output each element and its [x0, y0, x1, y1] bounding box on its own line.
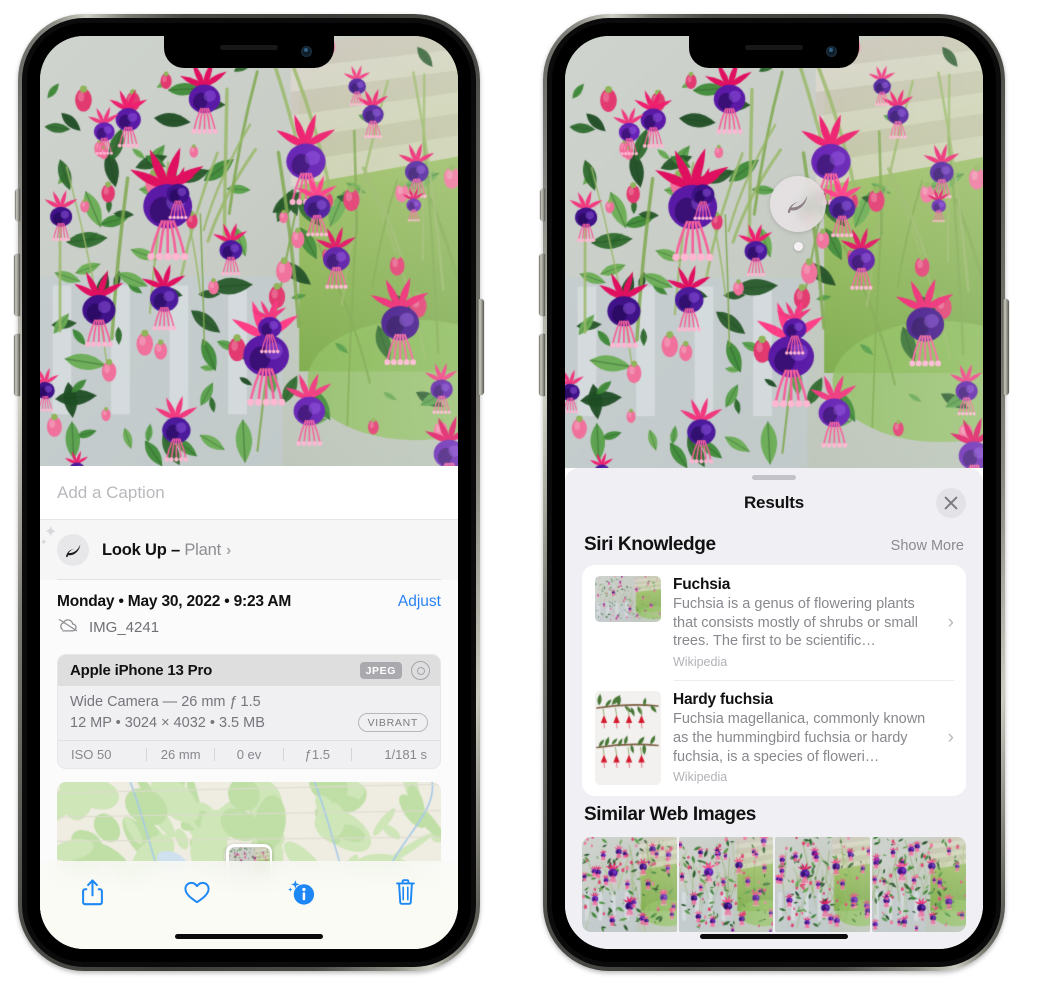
share-button[interactable] — [65, 875, 119, 909]
screenshot-canvas: Add a Caption ✦ ✦ Look Up – Plant › Mond… — [0, 0, 1055, 985]
volume-up-button-right[interactable] — [539, 254, 545, 316]
web-image-thumbnail[interactable] — [775, 837, 870, 933]
volume-down-button-left[interactable] — [14, 334, 20, 396]
result-thumbnail — [595, 576, 661, 622]
side-button-right[interactable] — [1003, 299, 1009, 395]
caption-field[interactable]: Add a Caption — [40, 466, 458, 520]
info-button[interactable] — [274, 875, 328, 909]
results-sheet: Results Siri Knowledge Show More Fuchsia… — [565, 468, 983, 949]
look-up-title: Look Up — [102, 540, 167, 559]
format-badge: JPEG — [359, 662, 402, 679]
result-thumbnail — [595, 691, 661, 786]
notch-right — [689, 36, 859, 68]
show-more-button[interactable]: Show More — [891, 538, 964, 554]
siri-knowledge-card: Fuchsia Fuchsia is a genus of flowering … — [582, 565, 966, 797]
exif-stat-focal: 26 mm — [160, 747, 201, 762]
section-title-siri-knowledge: Siri Knowledge — [584, 534, 716, 555]
result-description: Fuchsia is a genus of flowering plants t… — [673, 596, 918, 650]
silent-switch-left[interactable] — [15, 189, 20, 221]
earpiece-speaker-icon — [220, 45, 278, 50]
screen-left: Add a Caption ✦ ✦ Look Up – Plant › Mond… — [40, 36, 458, 949]
chevron-right-icon: › — [947, 727, 954, 749]
result-source: Wikipedia — [673, 770, 728, 785]
side-button-left[interactable] — [478, 299, 484, 395]
web-image-thumbnail[interactable] — [871, 837, 966, 933]
exif-stat-shutter: 1/181 s — [384, 747, 427, 762]
close-icon[interactable] — [936, 488, 966, 518]
silent-switch-right[interactable] — [540, 189, 545, 221]
phone-right: Results Siri Knowledge Show More Fuchsia… — [539, 14, 1009, 971]
leaf-icon: ✦ ✦ — [40, 525, 89, 566]
web-image-thumbnail[interactable] — [582, 837, 677, 933]
photographic-style-badge: VIBRANT — [357, 713, 428, 732]
notch-left — [164, 36, 334, 68]
knowledge-result-row[interactable]: Fuchsia Fuchsia is a genus of flowering … — [582, 565, 966, 680]
similar-web-images-grid — [565, 837, 983, 933]
delete-button[interactable] — [379, 875, 433, 909]
sparkle-icon-small: ✦ — [40, 537, 48, 547]
web-image-thumbnail[interactable] — [678, 837, 773, 933]
result-source: Wikipedia — [673, 655, 728, 670]
chevron-right-icon: › — [225, 541, 232, 559]
results-title: Results — [743, 493, 804, 512]
visual-look-up-anchor-dot — [794, 242, 803, 251]
chevron-right-icon: › — [947, 611, 954, 633]
home-indicator-right[interactable] — [700, 934, 848, 939]
results-header: Results — [565, 480, 983, 526]
earpiece-speaker-icon — [745, 45, 803, 50]
similar-web-images-header: Similar Web Images — [565, 796, 983, 835]
aperture-icon — [411, 661, 430, 680]
exif-device-header: Apple iPhone 13 Pro JPEG — [58, 655, 440, 686]
phone-left: Add a Caption ✦ ✦ Look Up – Plant › Mond… — [14, 14, 484, 971]
exif-body: Wide Camera — 26 mm ƒ 1.5 12 MP • 3024 ×… — [58, 686, 440, 740]
photo-viewer-right[interactable] — [565, 36, 983, 468]
exif-stat-aperture: ƒ1.5 — [304, 747, 330, 762]
result-title: Fuchsia — [673, 576, 731, 593]
photo-viewer-left[interactable] — [40, 36, 458, 466]
look-up-row[interactable]: ✦ ✦ Look Up – Plant › — [40, 520, 458, 580]
look-up-dash: – — [166, 540, 185, 559]
exif-stat-exposure: 0 ev — [236, 747, 262, 762]
siri-knowledge-header: Siri Knowledge Show More — [565, 526, 983, 565]
look-up-subject: Plant — [184, 540, 221, 559]
photo-datetime: Monday • May 30, 2022 • 9:23 AM — [57, 593, 292, 610]
home-indicator-left[interactable] — [175, 934, 323, 939]
exif-stats-row: ISO 50 26 mm 0 ev ƒ1.5 1/181 s — [58, 740, 440, 768]
volume-down-button-right[interactable] — [539, 334, 545, 396]
exif-card: Apple iPhone 13 Pro JPEG Wide Camera — 2… — [57, 654, 441, 769]
knowledge-result-row[interactable]: Hardy fuchsia Fuchsia magellanica, commo… — [582, 680, 966, 796]
visual-look-up-badge[interactable] — [770, 176, 826, 232]
front-camera-icon — [301, 46, 312, 57]
exif-stat-iso: ISO 50 — [71, 747, 112, 762]
exif-size-line: 12 MP • 3024 × 4032 • 3.5 MB — [70, 714, 265, 731]
screen-right: Results Siri Knowledge Show More Fuchsia… — [565, 36, 983, 949]
adjust-button[interactable]: Adjust — [398, 593, 441, 611]
result-title: Hardy fuchsia — [673, 691, 773, 709]
caption-placeholder: Add a Caption — [57, 482, 165, 502]
volume-up-button-left[interactable] — [14, 254, 20, 316]
icloud-slash-icon — [57, 617, 79, 638]
front-camera-icon — [826, 46, 837, 57]
photo-metadata: Monday • May 30, 2022 • 9:23 AM Adjust I… — [40, 580, 458, 640]
look-up-label: Look Up – Plant › — [102, 541, 231, 560]
photo-filename: IMG_4241 — [89, 619, 160, 636]
exif-device-name: Apple iPhone 13 Pro — [70, 662, 213, 679]
favorite-button[interactable] — [170, 875, 224, 909]
exif-lens-line: Wide Camera — 26 mm ƒ 1.5 — [70, 694, 261, 710]
section-title-similar-web-images: Similar Web Images — [584, 804, 756, 826]
result-description: Fuchsia magellanica, commonly known as t… — [673, 711, 926, 765]
